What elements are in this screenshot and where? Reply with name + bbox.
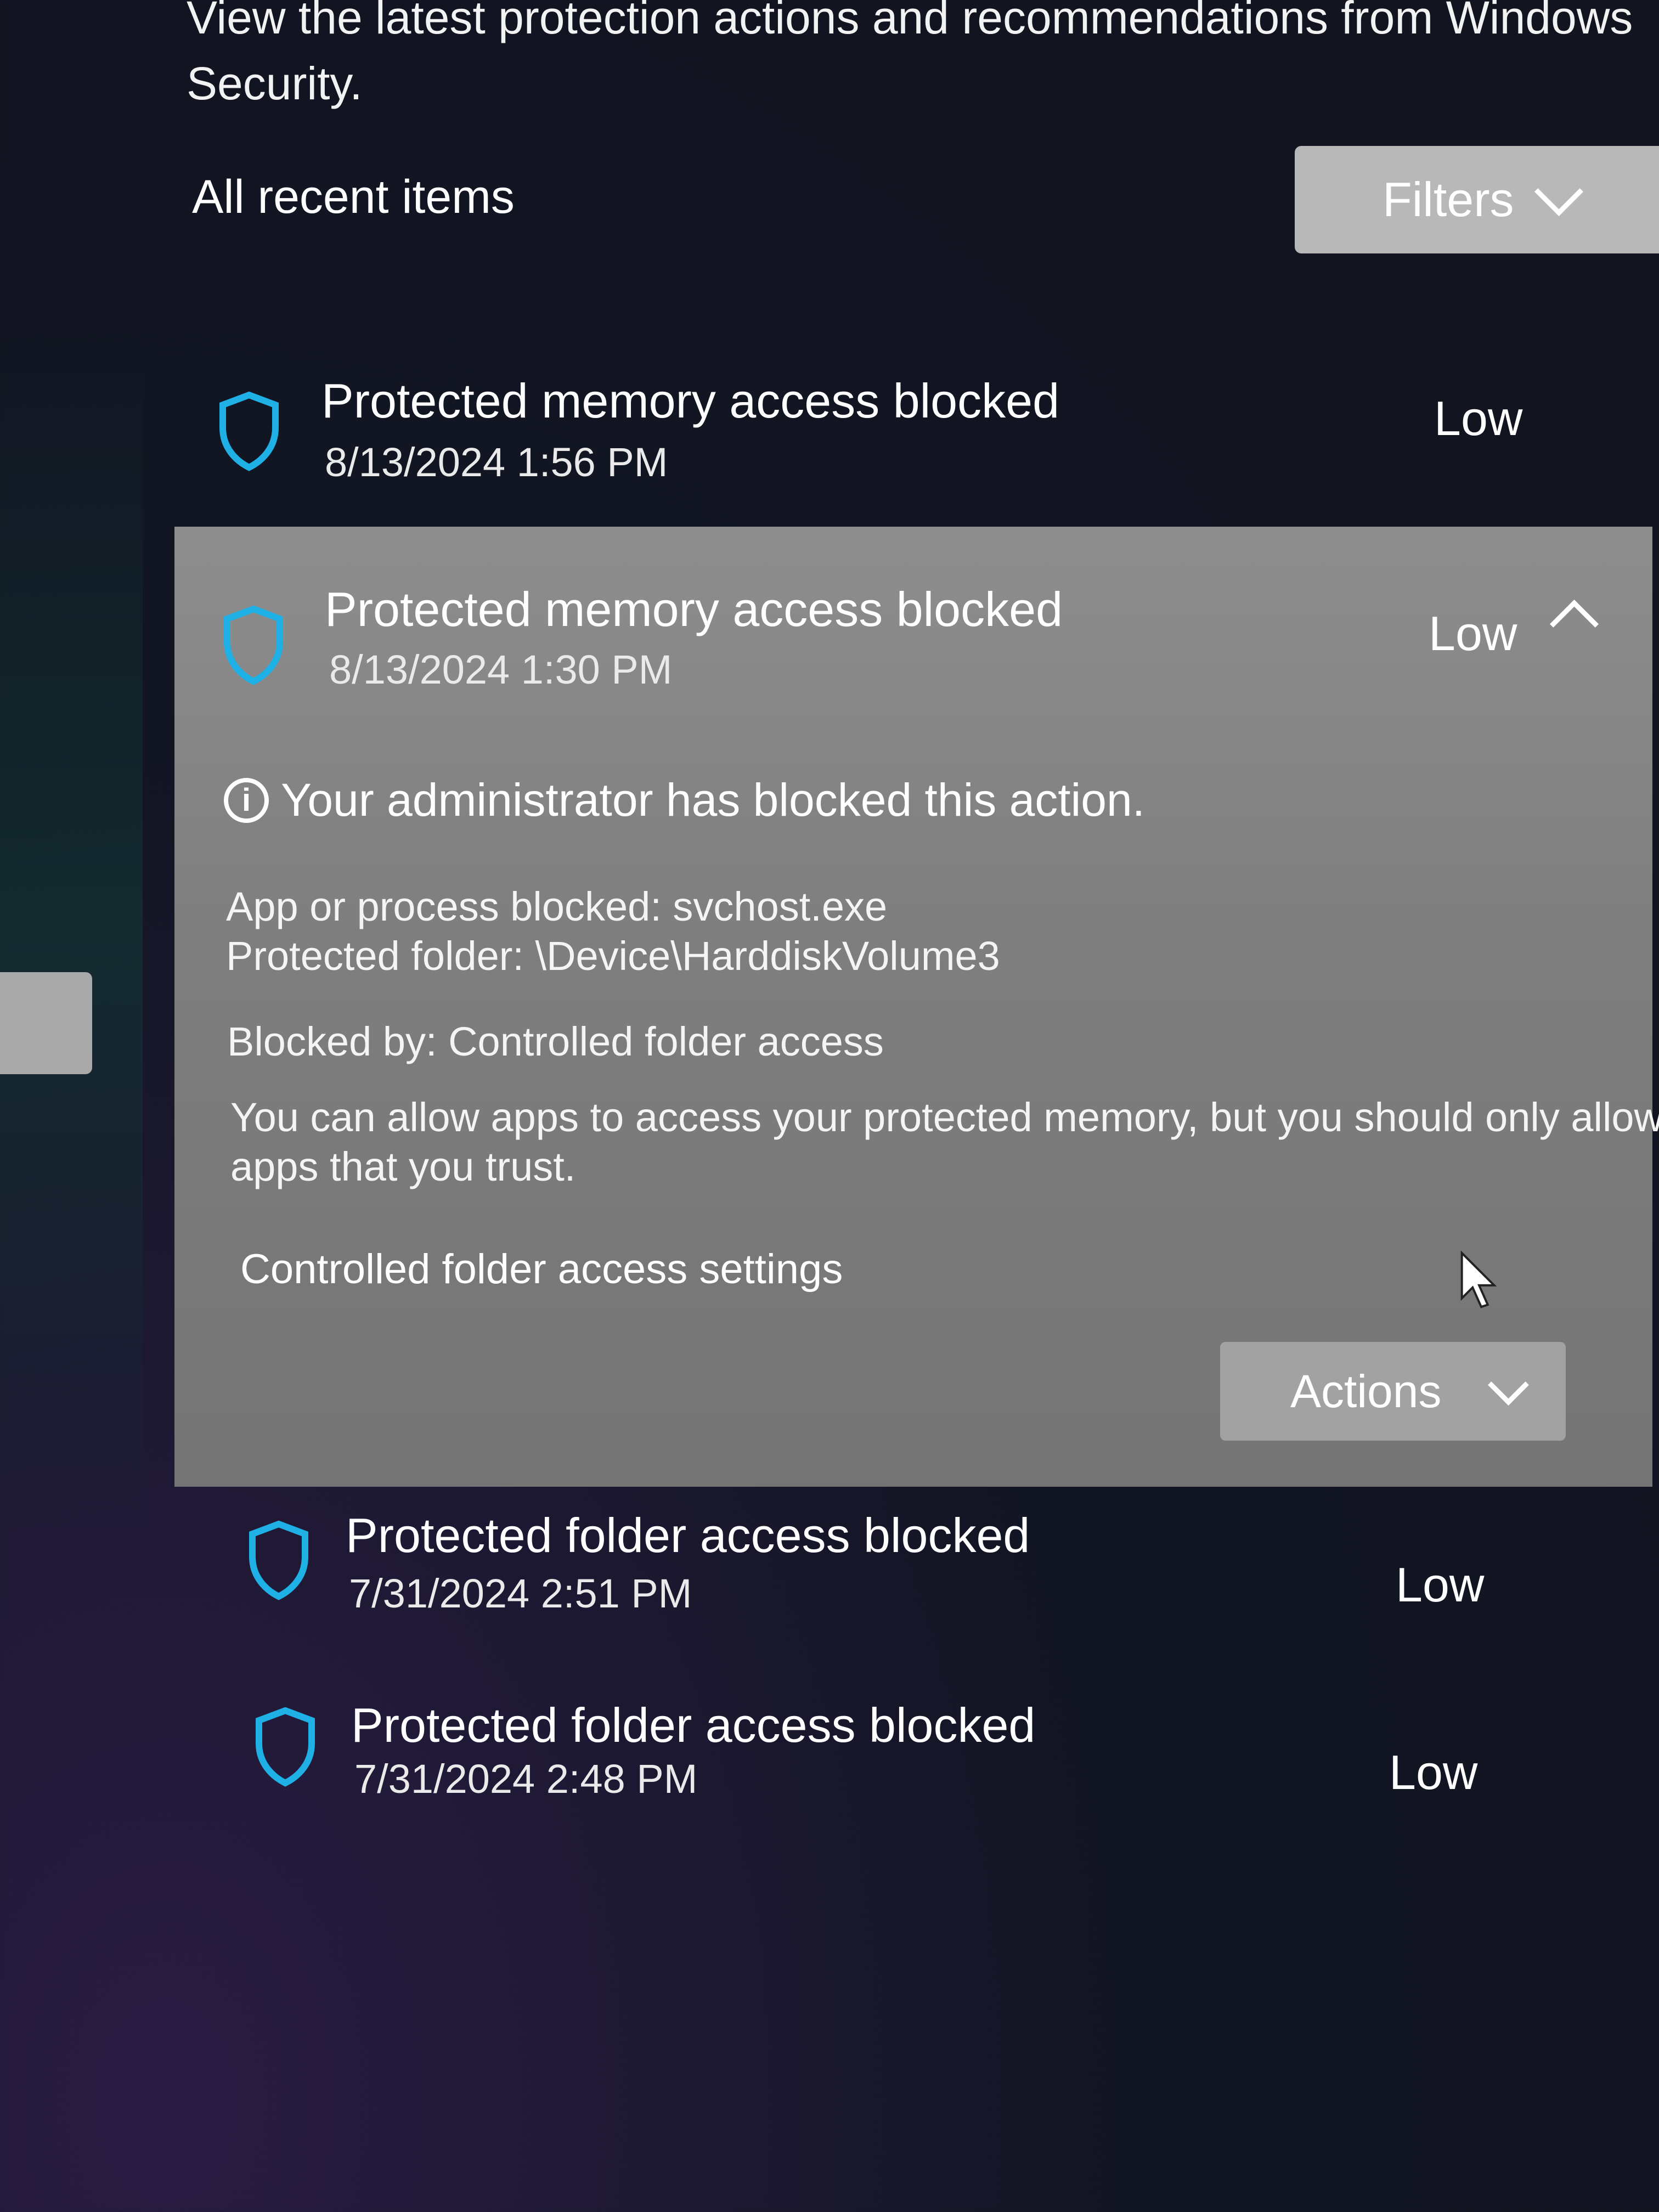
shield-icon (224, 605, 283, 685)
controlled-folder-access-settings-link[interactable]: Controlled folder access settings (240, 1245, 843, 1293)
shield-icon (249, 1520, 308, 1600)
side-glow (0, 329, 143, 1536)
item-date: 8/13/2024 1:30 PM (329, 647, 673, 692)
item-title: Protected memory access blocked (321, 374, 1060, 428)
filters-button[interactable]: Filters (1295, 146, 1659, 253)
section-title: All recent items (192, 171, 515, 223)
actions-label: Actions (1290, 1365, 1442, 1417)
filters-label: Filters (1383, 172, 1514, 227)
description-line-1: View the latest protection actions and r… (187, 0, 1633, 43)
item-date: 7/31/2024 2:51 PM (349, 1571, 692, 1616)
explanation-line-2: apps that you trust. (230, 1144, 576, 1189)
explanation-line-1: You can allow apps to access your protec… (230, 1094, 1659, 1140)
item-severity: Low (1396, 1558, 1485, 1612)
shield-icon (256, 1707, 315, 1787)
item-severity: Low (1389, 1745, 1478, 1799)
sidebar-selected-item[interactable] (0, 972, 92, 1074)
page-description: View the latest protection actions and r… (187, 0, 1659, 116)
item-date: 7/31/2024 2:48 PM (354, 1756, 698, 1802)
item-date: 8/13/2024 1:56 PM (325, 439, 668, 485)
expanded-item[interactable]: Protected memory access blocked 8/13/202… (174, 527, 1659, 1487)
app-blocked-text: App or process blocked: svchost.exe (226, 884, 888, 929)
chevron-up-icon[interactable] (1549, 599, 1599, 649)
notice-text: Your administrator has blocked this acti… (281, 774, 1146, 826)
notice-row: i Your administrator has blocked this ac… (224, 774, 1145, 827)
actions-button[interactable]: Actions (1220, 1342, 1566, 1441)
chevron-down-icon (1534, 167, 1583, 216)
item-title: Protected memory access blocked (325, 582, 1063, 636)
item-title: Protected folder access blocked (351, 1698, 1036, 1752)
item-severity: Low (1429, 606, 1517, 661)
shield-icon (219, 391, 279, 471)
blocked-by-text: Blocked by: Controlled folder access (227, 1019, 884, 1064)
chevron-down-icon (1488, 1364, 1530, 1406)
item-severity: Low (1434, 391, 1523, 445)
info-icon: i (224, 777, 269, 823)
description-line-2: Security. (187, 58, 363, 109)
mouse-cursor (1460, 1251, 1497, 1308)
protected-folder-text: Protected folder: \Device\HarddiskVolume… (226, 933, 1000, 979)
item-title: Protected folder access blocked (346, 1508, 1030, 1562)
